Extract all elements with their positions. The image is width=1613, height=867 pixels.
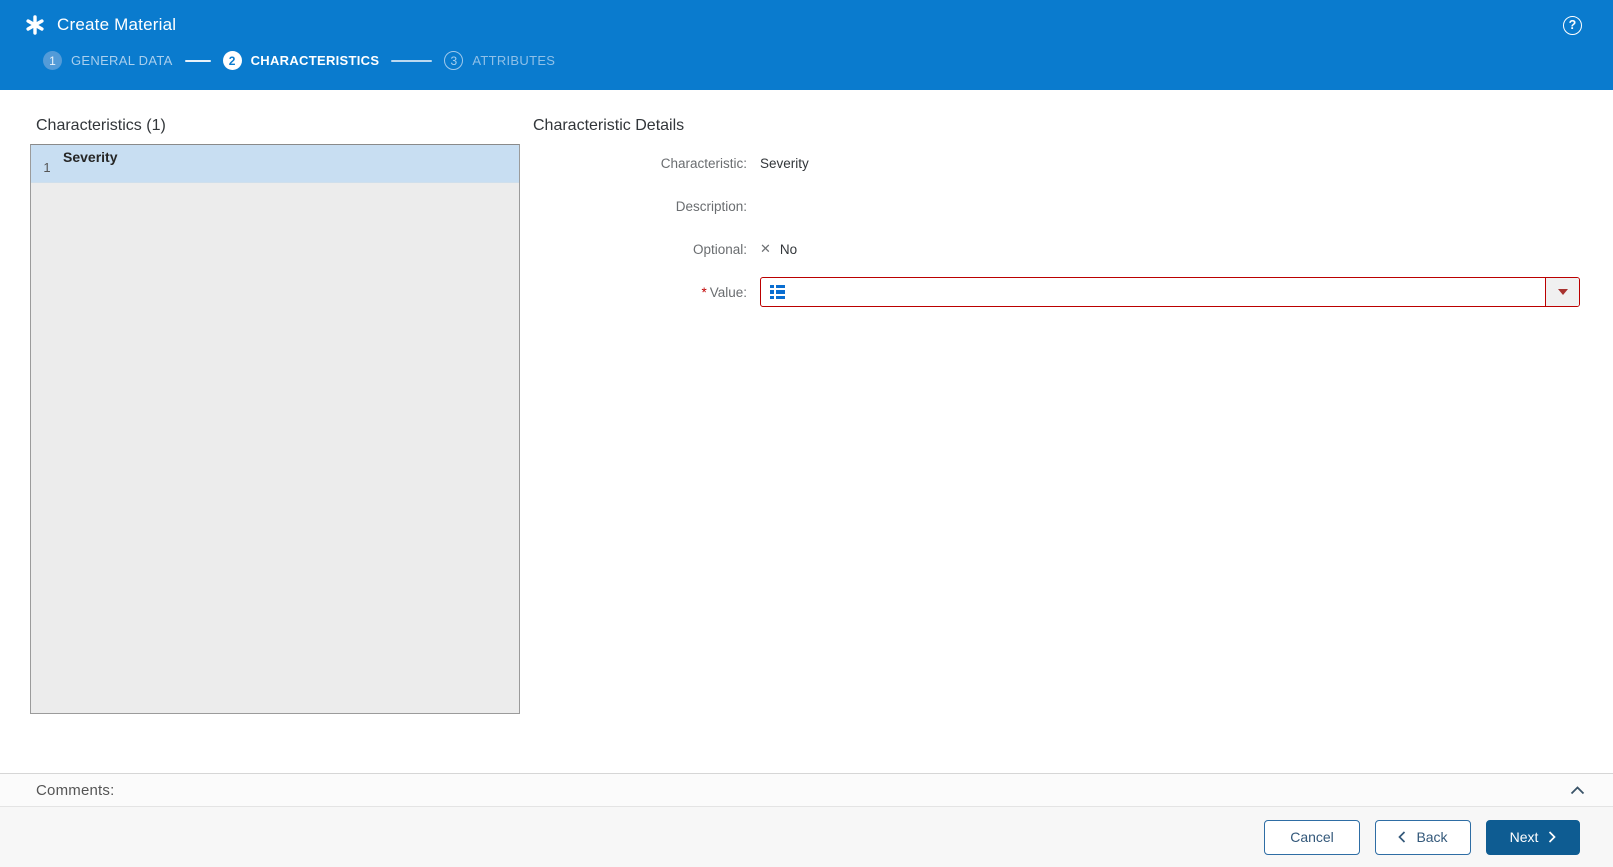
details-title: Characteristic Details (533, 117, 685, 134)
step-general-data[interactable]: 1 GENERAL DATA (43, 51, 173, 70)
cancel-button[interactable]: Cancel (1264, 819, 1360, 855)
step-3-label: ATTRIBUTES (472, 53, 556, 68)
characteristics-panel: Characteristics (1) 1 Severity (30, 90, 520, 773)
characteristics-title: Characteristics (1) (36, 117, 166, 134)
step-1-label: GENERAL DATA (71, 53, 173, 68)
required-marker: * (701, 284, 707, 300)
description-value (760, 191, 1580, 221)
chevron-left-icon (1398, 831, 1406, 843)
chevron-right-icon (1548, 831, 1557, 843)
description-label: Description: (675, 198, 747, 214)
asterisk-icon (25, 15, 45, 35)
details-form: Characteristic: Severity Description: Op… (533, 148, 1580, 307)
list-item-name: Severity (63, 149, 118, 165)
value-dropdown-button[interactable] (1545, 278, 1579, 306)
footer-bar: Cancel Back Next (0, 806, 1613, 867)
characteristics-list: 1 Severity (30, 144, 520, 714)
step-connector (391, 59, 433, 62)
optional-value-text: No (779, 241, 798, 257)
step-connector (184, 59, 211, 62)
value-label-wrap: * Value: (533, 277, 747, 307)
wizard-steps: 1 GENERAL DATA 2 CHARACTERISTICS 3 ATTRI… (43, 51, 1588, 70)
characteristic-label: Characteristic: (660, 155, 747, 171)
cancel-button-label: Cancel (1290, 829, 1334, 845)
comments-label: Comments: (36, 781, 115, 799)
step-attributes[interactable]: 3 ATTRIBUTES (444, 51, 555, 70)
step-characteristics[interactable]: 2 CHARACTERISTICS (222, 51, 380, 70)
list-item-severity[interactable]: 1 Severity (31, 145, 519, 183)
page-title: Create Material (57, 15, 177, 34)
value-list-icon (770, 283, 785, 302)
characteristic-value: Severity (760, 155, 809, 171)
dropdown-arrow-icon (1557, 289, 1568, 295)
characteristic-details-panel: Characteristic Details Characteristic: S… (533, 90, 1580, 773)
value-input[interactable] (793, 278, 1545, 306)
decline-icon: ✕ (760, 241, 771, 256)
optional-label: Optional: (692, 241, 747, 257)
back-button[interactable]: Back (1375, 819, 1471, 855)
value-combobox (760, 277, 1580, 307)
step-3-circle: 3 (444, 51, 464, 70)
step-1-circle: 1 (43, 51, 62, 70)
app-header: Create Material ? 1 GENERAL DATA 2 CHARA… (0, 0, 1613, 90)
value-field-row (760, 277, 1580, 307)
collapse-comments-button[interactable] (1568, 784, 1587, 797)
chevron-up-icon (1570, 785, 1585, 794)
next-button-label: Next (1509, 829, 1539, 845)
help-icon[interactable]: ? (1563, 15, 1582, 35)
comments-bar: Comments: (0, 773, 1613, 806)
main-content: Characteristics (1) 1 Severity Character… (0, 90, 1613, 773)
step-2-label: CHARACTERISTICS (250, 53, 380, 68)
next-button[interactable]: Next (1486, 819, 1580, 855)
value-label: Value: (709, 284, 747, 300)
back-button-label: Back (1416, 829, 1448, 845)
step-2-circle: 2 (222, 51, 242, 70)
header-top: Create Material ? (25, 0, 1588, 44)
list-item-index: 1 (43, 160, 51, 175)
optional-value: ✕ No (760, 234, 1580, 264)
